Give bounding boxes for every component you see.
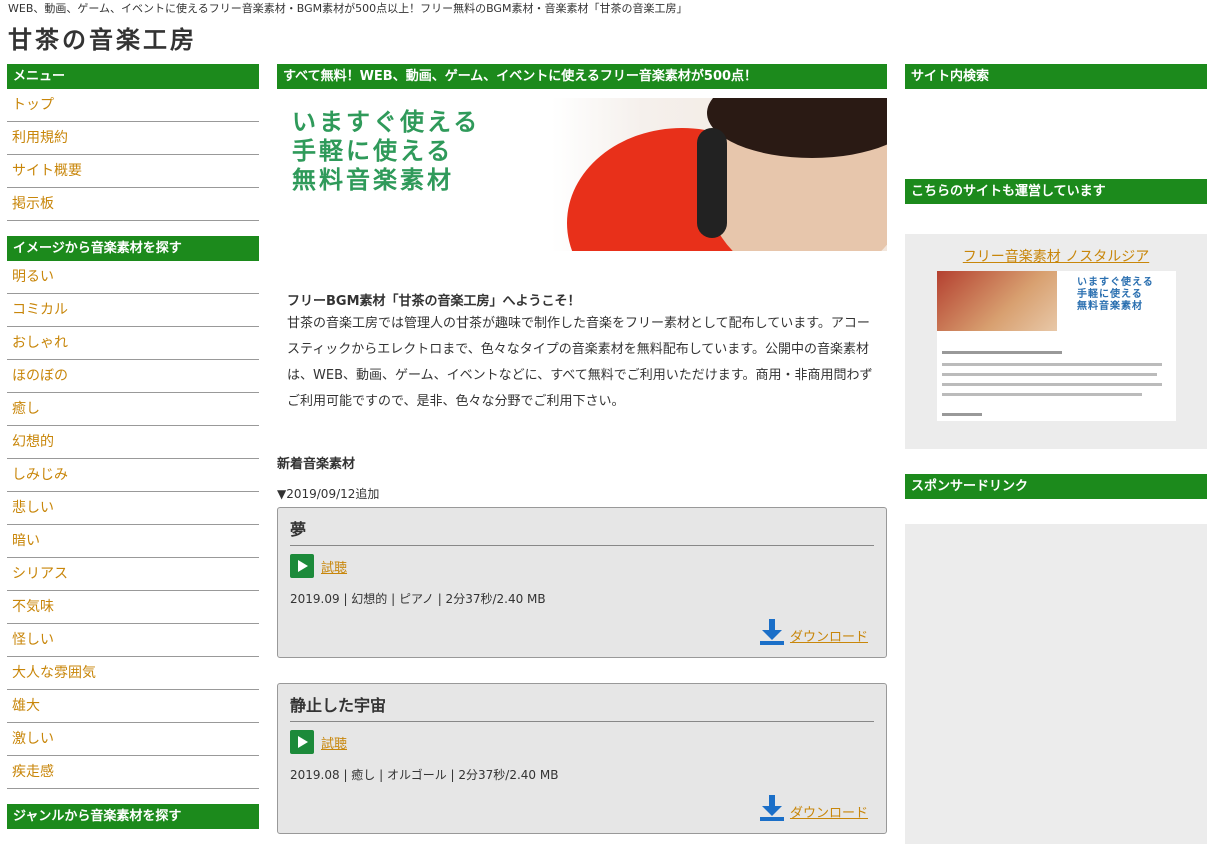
- thumb-divider: [942, 393, 1142, 396]
- list-item: 疾走感: [7, 756, 259, 789]
- category-link[interactable]: 激しい: [7, 723, 259, 756]
- site-tagline: WEB、動画、ゲーム、イベントに使えるフリー音楽素材・BGM素材が500点以上！…: [8, 2, 688, 15]
- list-item: 雄大: [7, 690, 259, 723]
- list-item: 利用規約: [7, 122, 259, 155]
- thumb-divider: [942, 351, 1062, 354]
- hero-banner: いますぐ使える 手軽に使える 無料音楽素材: [277, 98, 887, 251]
- hero-line: 無料音楽素材: [292, 166, 454, 194]
- menu-heading: メニュー: [7, 64, 259, 89]
- download-row: ダウンロード: [759, 795, 868, 821]
- list-item: トップ: [7, 89, 259, 122]
- site-logo[interactable]: 甘茶の音楽工房: [8, 20, 197, 55]
- partner-heading: こちらのサイトも運営しています: [905, 179, 1207, 204]
- play-icon[interactable]: [290, 730, 314, 754]
- listen-link[interactable]: 試聴: [321, 557, 347, 576]
- image-category-list: 明るい コミカル おしゃれ ほのぼの 癒し 幻想的 しみじみ 悲しい 暗い シリ…: [7, 261, 259, 789]
- track-meta: 2019.08 | 癒し | オルゴール | 2分37秒/2.40 MB: [290, 768, 559, 782]
- welcome-body: 甘茶の音楽工房では管理人の甘茶が趣味で制作した音楽をフリー素材として配布していま…: [287, 316, 873, 409]
- site-search-area: [905, 89, 1207, 179]
- list-item: 怪しい: [7, 624, 259, 657]
- list-item: 大人な雰囲気: [7, 657, 259, 690]
- welcome-title: フリーBGM素材「甘茶の音楽工房」へようこそ！: [287, 294, 581, 309]
- menu-item-about[interactable]: サイト概要: [7, 155, 259, 188]
- download-link[interactable]: ダウンロード: [790, 802, 868, 821]
- list-item: おしゃれ: [7, 327, 259, 360]
- track-meta: 2019.09 | 幻想的 | ピアノ | 2分37秒/2.40 MB: [290, 592, 546, 606]
- list-item: 暗い: [7, 525, 259, 558]
- thumb-line-text: 手軽に使える: [1077, 289, 1143, 300]
- download-row: ダウンロード: [759, 619, 868, 645]
- download-icon[interactable]: [759, 619, 784, 645]
- category-link[interactable]: 疾走感: [7, 756, 259, 789]
- sponsor-ad-area: [905, 524, 1207, 844]
- track-title: 静止した宇宙: [290, 692, 874, 722]
- partner-thumbnail[interactable]: いますぐ使える 手軽に使える 無料音楽素材: [937, 271, 1176, 421]
- right-sidebar: サイト内検索 こちらのサイトも運営しています フリー音楽素材 ノスタルジア いま…: [905, 64, 1207, 844]
- main-content: すべて無料！WEB、動画、ゲーム、イベントに使えるフリー音楽素材が500点！ い…: [277, 64, 887, 834]
- list-item: しみじみ: [7, 459, 259, 492]
- track-title: 夢: [290, 516, 874, 546]
- list-item: シリアス: [7, 558, 259, 591]
- category-link[interactable]: コミカル: [7, 294, 259, 327]
- thumb-divider: [942, 383, 1162, 386]
- thumb-divider: [942, 363, 1162, 366]
- category-link[interactable]: しみじみ: [7, 459, 259, 492]
- list-item: 悲しい: [7, 492, 259, 525]
- partner-box: フリー音楽素材 ノスタルジア いますぐ使える 手軽に使える 無料音楽素材: [905, 234, 1207, 449]
- list-item: コミカル: [7, 294, 259, 327]
- thumb-line-text: 無料音楽素材: [1077, 301, 1143, 312]
- sponsor-heading: スポンサードリンク: [905, 474, 1207, 499]
- track-card: 夢 試聴 2019.09 | 幻想的 | ピアノ | 2分37秒/2.40 MB…: [277, 507, 887, 658]
- menu-item-terms[interactable]: 利用規約: [7, 122, 259, 155]
- list-item: 掲示板: [7, 188, 259, 221]
- list-item: ほのぼの: [7, 360, 259, 393]
- partner-site-link[interactable]: フリー音楽素材 ノスタルジア: [905, 246, 1207, 266]
- hero-line: 手軽に使える: [292, 137, 454, 165]
- category-link[interactable]: 雄大: [7, 690, 259, 723]
- category-link[interactable]: 癒し: [7, 393, 259, 426]
- banner-heading: すべて無料！WEB、動画、ゲーム、イベントに使えるフリー音楽素材が500点！: [277, 64, 887, 89]
- hero-text: いますぐ使える 手軽に使える 無料音楽素材: [292, 108, 480, 195]
- category-link[interactable]: 幻想的: [7, 426, 259, 459]
- list-item: 幻想的: [7, 426, 259, 459]
- track-card: 静止した宇宙 試聴 2019.08 | 癒し | オルゴール | 2分37秒/2…: [277, 683, 887, 834]
- category-link[interactable]: 怪しい: [7, 624, 259, 657]
- list-item: 激しい: [7, 723, 259, 756]
- listen-link[interactable]: 試聴: [321, 733, 347, 752]
- category-link[interactable]: 明るい: [7, 261, 259, 294]
- category-link[interactable]: 悲しい: [7, 492, 259, 525]
- list-item: サイト概要: [7, 155, 259, 188]
- category-link[interactable]: 暗い: [7, 525, 259, 558]
- new-tracks-title: 新着音楽素材: [277, 457, 356, 472]
- menu-item-top[interactable]: トップ: [7, 89, 259, 122]
- image-search-heading: イメージから音楽素材を探す: [7, 236, 259, 261]
- left-sidebar: メニュー トップ 利用規約 サイト概要 掲示板 イメージから音楽素材を探す 明る…: [7, 64, 259, 829]
- headphones-icon: [697, 128, 727, 238]
- menu-item-bbs[interactable]: 掲示板: [7, 188, 259, 221]
- listen-row: 試聴: [290, 730, 874, 754]
- category-link[interactable]: ほのぼの: [7, 360, 259, 393]
- category-link[interactable]: 不気味: [7, 591, 259, 624]
- welcome-section: フリーBGM素材「甘茶の音楽工房」へようこそ！ 甘茶の音楽工房では管理人の甘茶が…: [287, 293, 877, 415]
- thumb-text: いますぐ使える 手軽に使える 無料音楽素材: [1077, 277, 1154, 313]
- category-link[interactable]: 大人な雰囲気: [7, 657, 259, 690]
- thumb-line-text: いますぐ使える: [1077, 277, 1154, 288]
- menu-list: トップ 利用規約 サイト概要 掲示板: [7, 89, 259, 221]
- category-link[interactable]: おしゃれ: [7, 327, 259, 360]
- guitar-photo: [937, 271, 1057, 331]
- listen-row: 試聴: [290, 554, 874, 578]
- play-icon[interactable]: [290, 554, 314, 578]
- site-search-heading: サイト内検索: [905, 64, 1207, 89]
- thumb-divider: [942, 373, 1157, 376]
- hero-line: いますぐ使える: [292, 108, 481, 136]
- list-item: 癒し: [7, 393, 259, 426]
- list-item: 不気味: [7, 591, 259, 624]
- download-icon[interactable]: [759, 795, 784, 821]
- thumb-divider: [942, 413, 982, 416]
- genre-search-heading: ジャンルから音楽素材を探す: [7, 804, 259, 829]
- list-item: 明るい: [7, 261, 259, 294]
- date-added: ▼2019/09/12追加: [277, 487, 380, 501]
- download-link[interactable]: ダウンロード: [790, 626, 868, 645]
- category-link[interactable]: シリアス: [7, 558, 259, 591]
